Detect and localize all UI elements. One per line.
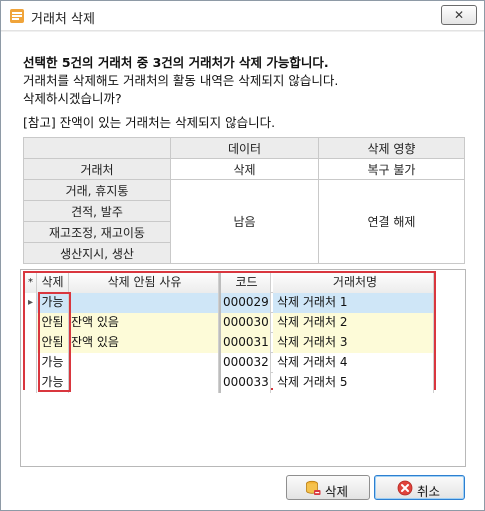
impact-row-label: 거래, 휴지통 — [23, 179, 171, 201]
cell-code[interactable]: 000031 — [219, 333, 271, 353]
impact-row-label: 견적, 발주 — [23, 200, 171, 222]
column-header-code[interactable]: 코드 — [219, 273, 271, 293]
headline-message: 선택한 5건의 거래처 중 3건의 거래처가 삭제 가능합니다. — [23, 55, 329, 70]
cancel-icon — [397, 480, 413, 496]
cell-delete[interactable]: 가능 — [37, 373, 69, 393]
impact-vendor-data: 삭제 — [170, 158, 319, 180]
impact-header-data: 데이터 — [170, 137, 319, 159]
impact-vendor-effect: 복구 불가 — [318, 158, 465, 180]
database-delete-icon — [306, 480, 321, 495]
vendor-grid[interactable]: * 삭제 삭제 안됨 사유 코드 거래처명 ▸ 가능 000029 삭제 거래처… — [20, 269, 466, 467]
close-button[interactable]: ✕ — [441, 5, 477, 25]
app-icon — [10, 9, 24, 23]
cell-name[interactable]: 삭제 거래처 1 — [273, 293, 434, 313]
delete-vendor-dialog: 거래처 삭제 ✕ 선택한 5건의 거래처 중 3건의 거래처가 삭제 가능합니다… — [0, 0, 485, 511]
cell-reason[interactable]: 잔액 있음 — [69, 333, 219, 353]
impact-other-data: 남음 — [170, 179, 319, 264]
column-header-reason[interactable]: 삭제 안됨 사유 — [69, 273, 219, 293]
window-title: 거래처 삭제 — [31, 12, 95, 27]
impact-table: 데이터 삭제 영향 거래처 삭제 복구 불가 거래, 휴지통 남음 연결 해제 … — [23, 137, 465, 264]
table-row[interactable]: 가능 000032 삭제 거래처 4 — [25, 353, 434, 373]
delete-button[interactable]: 삭제 — [286, 475, 370, 500]
row-marker — [25, 333, 37, 353]
reference-note: [참고] 잔액이 있는 거래처는 삭제되지 않습니다. — [23, 115, 276, 130]
cell-delete[interactable]: 안됨 — [37, 333, 69, 353]
table-row[interactable]: 안됨 잔액 있음 000031 삭제 거래처 3 — [25, 333, 434, 353]
cell-code[interactable]: 000029 — [219, 293, 271, 313]
grid-highlight-box: * 삭제 삭제 안됨 사유 코드 거래처명 ▸ 가능 000029 삭제 거래처… — [23, 271, 436, 393]
cell-name[interactable]: 삭제 거래처 2 — [273, 313, 434, 333]
info-line-1: 거래처를 삭제해도 거래처의 활동 내역은 삭제되지 않습니다. — [23, 73, 339, 88]
row-marker — [25, 373, 37, 393]
cell-name[interactable]: 삭제 거래처 4 — [273, 353, 434, 373]
impact-header-effect: 삭제 영향 — [318, 137, 465, 159]
row-marker — [25, 353, 37, 373]
title-bar: 거래처 삭제 ✕ — [1, 1, 484, 31]
column-header-name[interactable]: 거래처명 — [273, 273, 434, 293]
cancel-button[interactable]: 취소 — [374, 475, 465, 500]
cell-code[interactable]: 000032 — [219, 353, 271, 373]
cancel-button-label: 취소 — [417, 484, 441, 499]
cell-code[interactable]: 000030 — [219, 313, 271, 333]
dialog-body: 선택한 5건의 거래처 중 3건의 거래처가 삭제 가능합니다. 거래처를 삭제… — [1, 32, 484, 510]
impact-row-label: 생산지시, 생산 — [23, 242, 171, 264]
cell-reason[interactable]: 잔액 있음 — [69, 313, 219, 333]
impact-corner-cell — [23, 137, 171, 159]
delete-button-label: 삭제 — [325, 484, 349, 499]
cell-delete[interactable]: 안됨 — [37, 313, 69, 333]
current-row-icon: ▸ — [25, 293, 37, 313]
confirm-question: 삭제하시겠습니까? — [23, 91, 122, 106]
impact-row-label: 재고조정, 재고이동 — [23, 221, 171, 243]
column-header-delete[interactable]: 삭제 — [37, 273, 69, 293]
cell-name[interactable]: 삭제 거래처 3 — [273, 333, 434, 353]
impact-other-effect: 연결 해제 — [318, 179, 465, 264]
cell-name[interactable]: 삭제 거래처 5 — [273, 373, 434, 393]
cell-reason[interactable] — [69, 373, 219, 393]
table-row[interactable]: 안됨 잔액 있음 000030 삭제 거래처 2 — [25, 313, 434, 333]
cell-delete[interactable]: 가능 — [37, 293, 69, 313]
cell-code[interactable]: 000033 — [219, 373, 271, 393]
cell-delete[interactable]: 가능 — [37, 353, 69, 373]
cell-reason[interactable] — [69, 293, 219, 313]
asterisk-icon: * — [25, 273, 37, 293]
row-marker — [25, 313, 37, 333]
cell-reason[interactable] — [69, 353, 219, 373]
table-row[interactable]: ▸ 가능 000029 삭제 거래처 1 — [25, 293, 434, 313]
table-row[interactable]: 가능 000033 삭제 거래처 5 — [25, 373, 434, 393]
grid-header-row: * 삭제 삭제 안됨 사유 코드 거래처명 — [25, 273, 434, 293]
impact-row-vendor: 거래처 — [23, 158, 171, 180]
